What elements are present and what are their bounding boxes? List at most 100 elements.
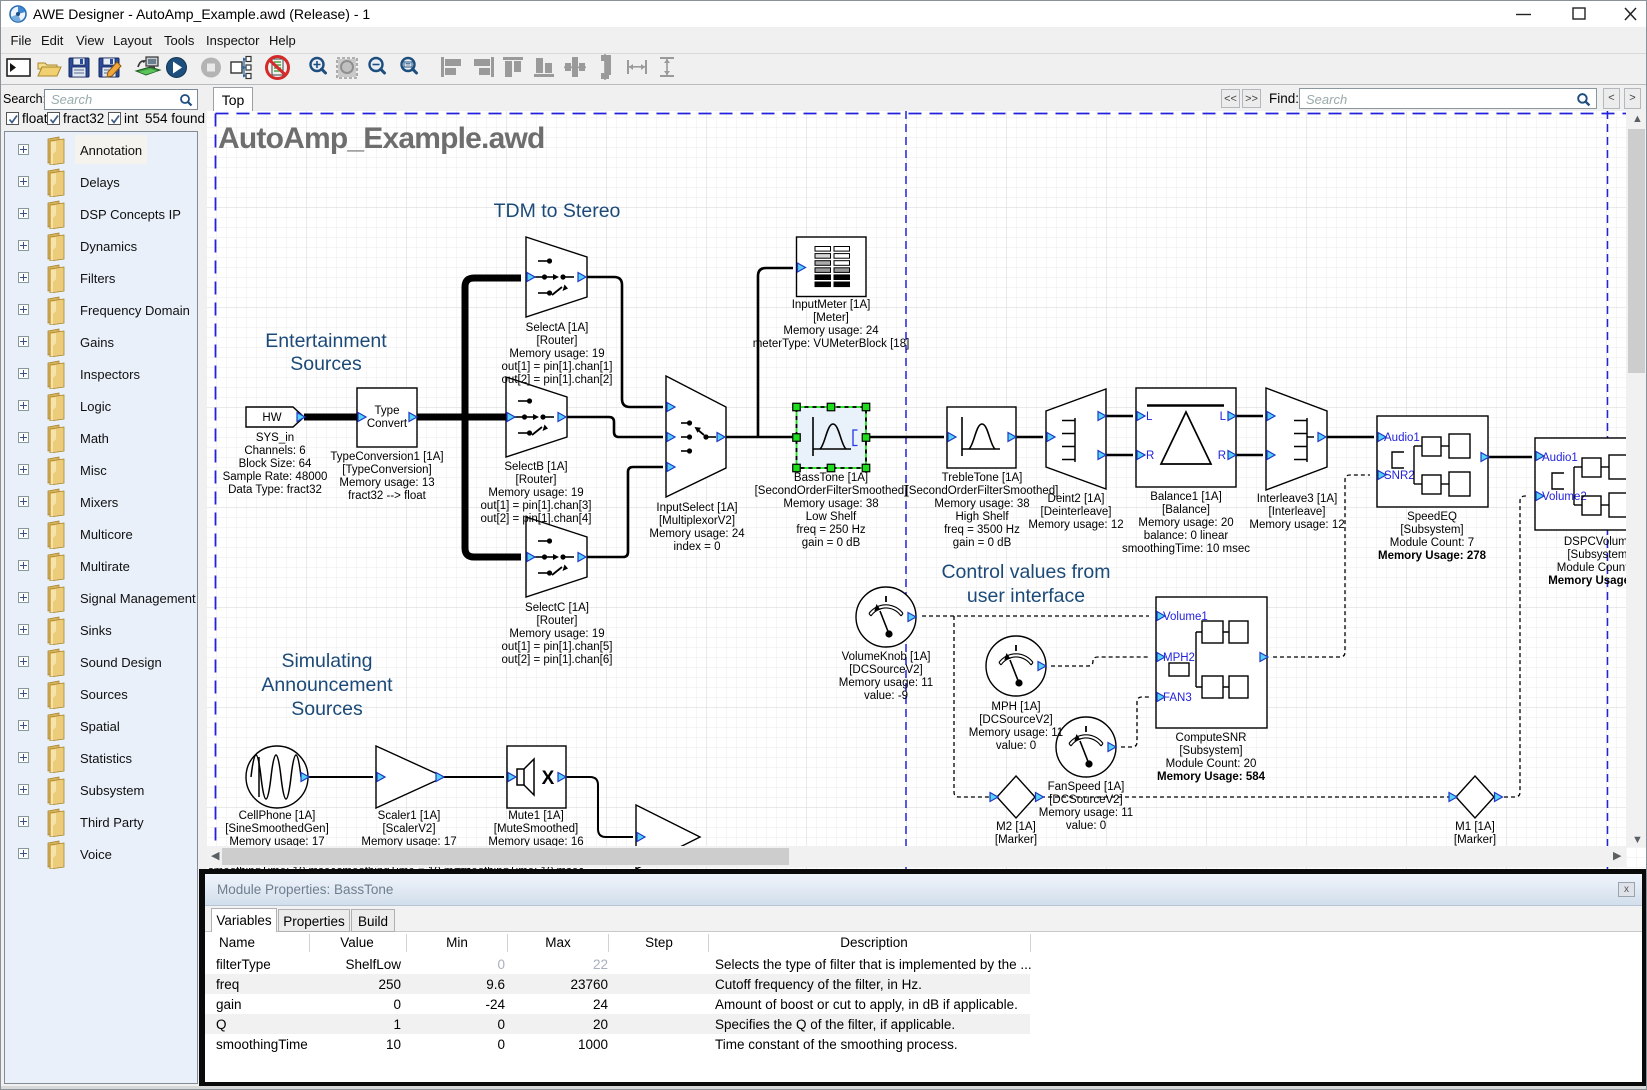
svg-text:Module Count: 7: Module Count: 7 [1390, 537, 1474, 549]
svg-text:balance: 0 linear: balance: 0 linear [1144, 530, 1229, 542]
svg-text:Memory usage: 11: Memory usage: 11 [969, 727, 1063, 739]
svg-text:Memory usage: 38: Memory usage: 38 [783, 498, 878, 510]
svg-text:High Shelf: High Shelf [955, 511, 1009, 523]
svg-text:Data Type: fract32: Data Type: fract32 [228, 484, 322, 496]
svg-text:Memory usage: 38: Memory usage: 38 [934, 498, 1029, 510]
svg-text:Low Shelf: Low Shelf [806, 511, 857, 523]
svg-text:R: R [1218, 450, 1226, 462]
svg-text:SelectC [1A]: SelectC [1A] [525, 602, 589, 614]
svg-text:[ScalerV2]: [ScalerV2] [382, 823, 435, 835]
svg-text:SelectA [1A]: SelectA [1A] [526, 322, 589, 334]
svg-text:Scaler1 [1A]: Scaler1 [1A] [378, 810, 441, 822]
svg-text:[DCSourceV2]: [DCSourceV2] [849, 664, 923, 676]
svg-text:[Interleave]: [Interleave] [1269, 506, 1326, 518]
svg-text:Sources: Sources [291, 698, 363, 720]
svg-text:Entertainment: Entertainment [265, 330, 387, 352]
svg-text:MPH [1A]: MPH [1A] [991, 701, 1040, 713]
svg-text:value: -9: value: -9 [864, 690, 908, 702]
svg-text:[Subsystem]: [Subsystem] [1567, 549, 1630, 561]
svg-text:Memory Usage: 584: Memory Usage: 584 [1157, 771, 1266, 783]
svg-text:L: L [1220, 411, 1227, 423]
svg-text:Memory usage: 11: Memory usage: 11 [1039, 807, 1133, 819]
svg-text:user interface: user interface [967, 585, 1085, 607]
svg-text:M2 [1A]: M2 [1A] [996, 821, 1036, 833]
svg-text:BassTone [1A]: BassTone [1A] [794, 472, 868, 484]
svg-text:meterType: VUMeterBlock [18]: meterType: VUMeterBlock [18] [753, 338, 910, 350]
svg-text:Audio1: Audio1 [1542, 452, 1578, 464]
svg-text:[DCSourceV2]: [DCSourceV2] [1049, 794, 1123, 806]
svg-text:out[1] = pin[1].chan[5]: out[1] = pin[1].chan[5] [502, 641, 613, 653]
svg-text:DSPCVolume: DSPCVolume [1564, 536, 1634, 548]
svg-text:out[2] = pin[1].chan[6]: out[2] = pin[1].chan[6] [502, 654, 613, 666]
svg-text:index = 0: index = 0 [674, 541, 721, 553]
svg-text:[Marker]: [Marker] [995, 834, 1037, 846]
svg-text:VolumeKnob [1A]: VolumeKnob [1A] [842, 651, 931, 663]
svg-text:[DCSourceV2]: [DCSourceV2] [979, 714, 1053, 726]
svg-text:[SineSmoothedGen]: [SineSmoothedGen] [225, 823, 329, 835]
svg-text:Announcement: Announcement [261, 674, 393, 696]
svg-text:AutoAmp_Example.awd: AutoAmp_Example.awd [218, 122, 545, 155]
svg-text:SYS_in: SYS_in [256, 432, 294, 444]
svg-text:InputMeter [1A]: InputMeter [1A] [792, 299, 871, 311]
svg-text:[MuteSmoothed]: [MuteSmoothed] [494, 823, 578, 835]
svg-text:out[2] = pin[1].chan[2]: out[2] = pin[1].chan[2] [502, 374, 613, 386]
svg-text:Convert: Convert [367, 418, 408, 430]
svg-text:value: 0: value: 0 [1066, 820, 1106, 832]
svg-text:Memory usage: 19: Memory usage: 19 [509, 348, 604, 360]
svg-text:gain = 0 dB: gain = 0 dB [802, 537, 861, 549]
svg-text:smoothingTime: 10 msec: smoothingTime: 10 msec [1122, 543, 1250, 555]
svg-text:HW: HW [262, 412, 281, 424]
svg-text:Mute1 [1A]: Mute1 [1A] [508, 810, 564, 822]
svg-text:Memory usage: 12: Memory usage: 12 [1028, 519, 1123, 531]
svg-text:Control values from: Control values from [941, 561, 1110, 583]
svg-text:FanSpeed [1A]: FanSpeed [1A] [1048, 781, 1125, 793]
svg-text:SelectB [1A]: SelectB [1A] [504, 461, 567, 473]
svg-text:Memory usage: 19: Memory usage: 19 [488, 487, 583, 499]
svg-text:Memory usage: 19: Memory usage: 19 [509, 628, 604, 640]
svg-text:Module Count: 20: Module Count: 20 [1166, 758, 1257, 770]
svg-text:[Router]: [Router] [516, 474, 557, 486]
svg-text:[Meter]: [Meter] [813, 312, 849, 324]
svg-text:TrebleTone [1A]: TrebleTone [1A] [942, 472, 1023, 484]
svg-text:[TypeConversion]: [TypeConversion] [342, 464, 432, 476]
svg-text:[SecondOrderFilterSmoothed]: [SecondOrderFilterSmoothed] [906, 485, 1059, 497]
svg-text:L: L [1146, 411, 1153, 423]
svg-text:Deint2 [1A]: Deint2 [1A] [1048, 493, 1105, 505]
svg-text:InputSelect [1A]: InputSelect [1A] [656, 502, 737, 514]
svg-text:Balance1 [1A]: Balance1 [1A] [1150, 491, 1222, 503]
svg-text:out[2] = pin[1].chan[4]: out[2] = pin[1].chan[4] [481, 513, 592, 525]
svg-text:M1 [1A]: M1 [1A] [1455, 821, 1495, 833]
svg-text:[MultiplexorV2]: [MultiplexorV2] [659, 515, 735, 527]
svg-text:Memory usage: 24: Memory usage: 24 [649, 528, 745, 540]
svg-text:Channels: 6: Channels: 6 [244, 445, 305, 457]
svg-text:gain = 0 dB: gain = 0 dB [953, 537, 1012, 549]
svg-text:freq = 3500 Hz: freq = 3500 Hz [944, 524, 1020, 536]
svg-text:[Router]: [Router] [537, 615, 578, 627]
svg-text:[Subsystem]: [Subsystem] [1179, 745, 1242, 757]
svg-text:ComputeSNR: ComputeSNR [1176, 732, 1247, 744]
svg-text:Memory usage: 11: Memory usage: 11 [839, 677, 933, 689]
svg-text:Memory usage: 20: Memory usage: 20 [1138, 517, 1233, 529]
svg-text:Type: Type [375, 405, 400, 417]
svg-text:SNR2: SNR2 [1384, 470, 1415, 482]
svg-text:R: R [1146, 450, 1154, 462]
svg-text:Block Size: 64: Block Size: 64 [239, 458, 312, 470]
svg-text:Audio1: Audio1 [1384, 432, 1420, 444]
svg-text:[Subsystem]: [Subsystem] [1400, 524, 1463, 536]
svg-text:value: 0: value: 0 [996, 740, 1036, 752]
svg-text:CellPhone [1A]: CellPhone [1A] [239, 810, 316, 822]
svg-text:[SecondOrderFilterSmoothed]: [SecondOrderFilterSmoothed] [755, 485, 908, 497]
svg-text:Volume2: Volume2 [1542, 491, 1587, 503]
svg-text:Memory Usage: 278: Memory Usage: 278 [1378, 550, 1487, 562]
svg-text:Interleave3 [1A]: Interleave3 [1A] [1257, 493, 1338, 505]
svg-text:Memory usage: 24: Memory usage: 24 [783, 325, 879, 337]
svg-text:fract32 --> float: fract32 --> float [348, 490, 426, 502]
svg-text:FAN3: FAN3 [1163, 692, 1192, 704]
svg-text:SpeedEQ: SpeedEQ [1407, 511, 1457, 523]
svg-text:Volume1: Volume1 [1163, 611, 1208, 623]
svg-text:Simulating: Simulating [281, 650, 372, 672]
svg-text:Sample Rate: 48000: Sample Rate: 48000 [223, 471, 328, 483]
svg-text:[Marker]: [Marker] [1454, 834, 1496, 846]
svg-text:[Router]: [Router] [537, 335, 578, 347]
svg-text:out[1] = pin[1].chan[1]: out[1] = pin[1].chan[1] [502, 361, 613, 373]
